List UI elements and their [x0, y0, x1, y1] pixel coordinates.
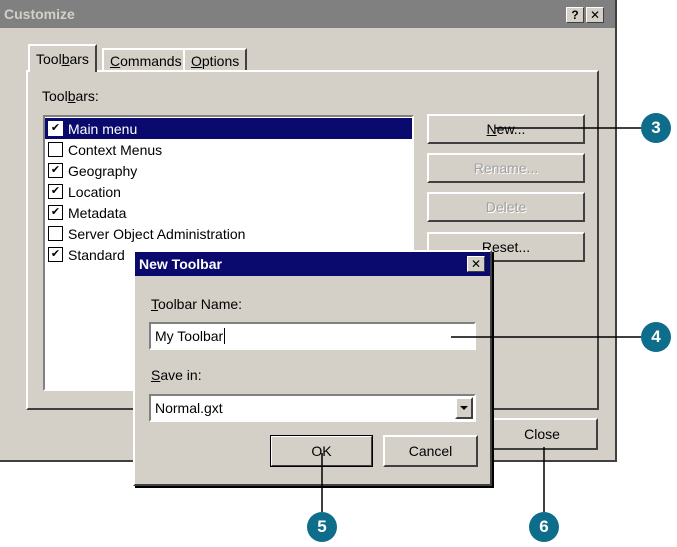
callout-3: 3 — [641, 113, 671, 143]
callout-lines — [321, 127, 641, 512]
callout-5: 5 — [307, 512, 337, 542]
tab-toolbars-label: Toolbars — [36, 51, 89, 67]
callout-6: 6 — [529, 512, 559, 542]
tab-toolbars[interactable]: Toolbars — [28, 44, 97, 72]
callout-4: 4 — [641, 322, 671, 352]
